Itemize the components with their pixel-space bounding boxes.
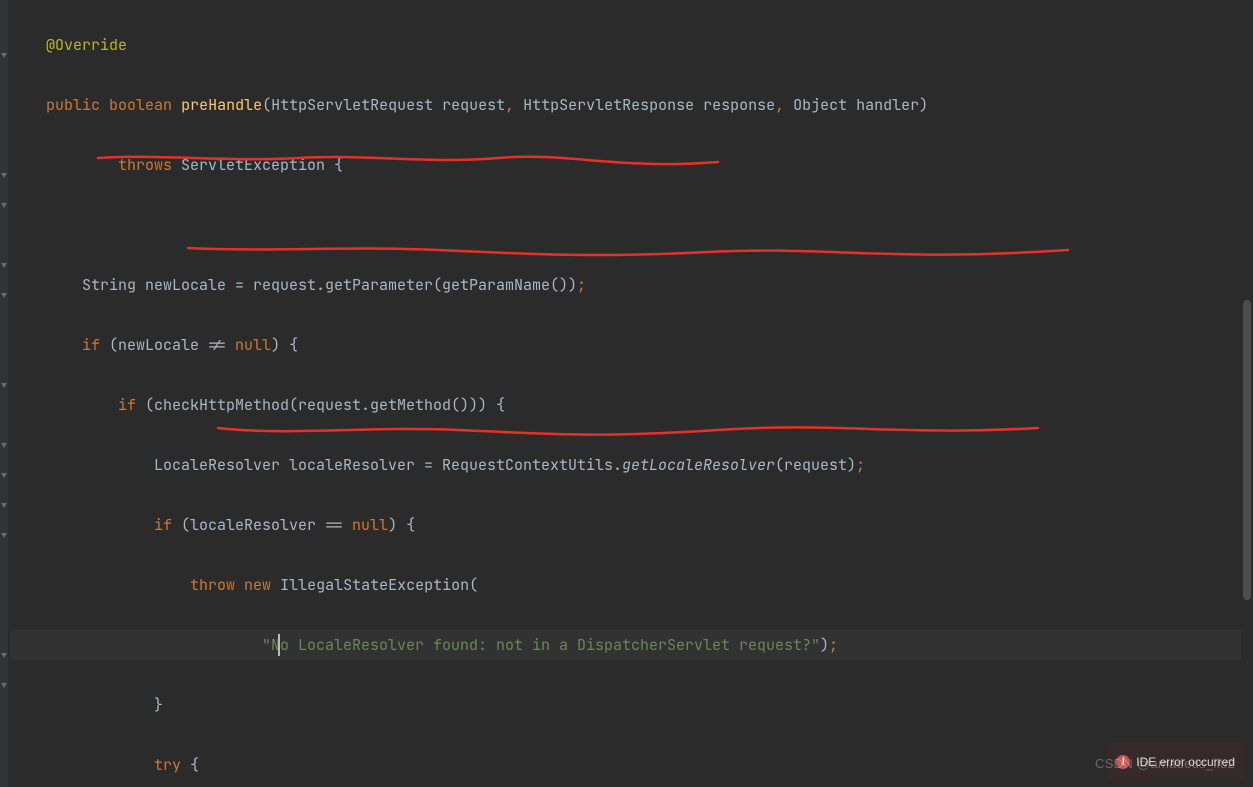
keyword-null: null	[235, 335, 271, 355]
code-line-current[interactable]: "No LocaleResolver found: not in a Dispa…	[10, 630, 1253, 660]
code-line[interactable]: if (localeResolver == null) {	[10, 510, 1253, 540]
code-text: ) {	[271, 335, 298, 355]
code-line[interactable]: public boolean preHandle(HttpServletRequ…	[10, 90, 1253, 120]
code-text: LocaleResolver localeResolver = RequestC…	[154, 455, 622, 475]
caret	[278, 634, 280, 656]
keyword-public: public	[46, 95, 100, 115]
vertical-scrollbar-track[interactable]	[1241, 0, 1253, 787]
code-text: {	[181, 755, 199, 775]
code-line[interactable]: }	[10, 690, 1253, 720]
error-text: IDE error occurred	[1136, 747, 1235, 777]
code-text: String newLocale = request.getParameter(…	[82, 275, 577, 295]
keyword-new: new	[244, 575, 271, 595]
code-text: IllegalStateException(	[271, 575, 478, 595]
fold-markers	[0, 0, 8, 787]
keyword-throws: throws	[118, 155, 172, 175]
code-line[interactable]: throws ServletException {	[10, 150, 1253, 180]
code-line[interactable]: if (checkHttpMethod(request.getMethod())…	[10, 390, 1253, 420]
code-line[interactable]: LocaleResolver localeResolver = RequestC…	[10, 450, 1253, 480]
brace: }	[154, 695, 163, 715]
code-text: (HttpServletRequest request	[262, 95, 505, 115]
comma: ,	[775, 95, 784, 115]
semicolon: ;	[829, 635, 838, 655]
code-line[interactable]: throw new IllegalStateException(	[10, 570, 1253, 600]
vertical-scrollbar-thumb[interactable]	[1243, 300, 1251, 600]
code-text: (checkHttpMethod(request.getMethod())) {	[136, 395, 505, 415]
ide-error-notification[interactable]: ! IDE error occurred	[1108, 743, 1245, 781]
comma: ,	[505, 95, 514, 115]
code-line[interactable]: try {	[10, 750, 1253, 780]
static-call: getLocaleResolver	[622, 455, 775, 475]
code-text: (request)	[775, 455, 856, 475]
keyword-if: if	[154, 515, 172, 535]
code-text: (localeResolver ==	[172, 515, 352, 535]
keyword-if: if	[82, 335, 100, 355]
code-editor[interactable]: @Override public boolean preHandle(HttpS…	[8, 0, 1253, 787]
code-text: Object handler)	[784, 95, 928, 115]
keyword-throw: throw	[190, 575, 235, 595]
code-text: (newLocale !=	[100, 335, 235, 355]
code-text: ) {	[388, 515, 415, 535]
annotation: @Override	[46, 35, 127, 55]
semicolon: ;	[577, 275, 586, 295]
code-line[interactable]: String newLocale = request.getParameter(…	[10, 270, 1253, 300]
code-line[interactable]	[10, 210, 1253, 240]
error-icon: !	[1116, 755, 1130, 769]
method-name: preHandle	[181, 95, 262, 115]
code-line[interactable]: if (newLocale != null) {	[10, 330, 1253, 360]
keyword-if: if	[118, 395, 136, 415]
keyword-null: null	[352, 515, 388, 535]
code-text: ServletException {	[181, 155, 343, 175]
keyword-boolean: boolean	[109, 95, 172, 115]
code-text: )	[820, 635, 829, 655]
semicolon: ;	[856, 455, 865, 475]
string-literal: "No LocaleResolver found: not in a Dispa…	[262, 635, 820, 655]
code-text: HttpServletResponse response	[514, 95, 775, 115]
keyword-try: try	[154, 755, 181, 775]
code-line[interactable]: @Override	[10, 30, 1253, 60]
